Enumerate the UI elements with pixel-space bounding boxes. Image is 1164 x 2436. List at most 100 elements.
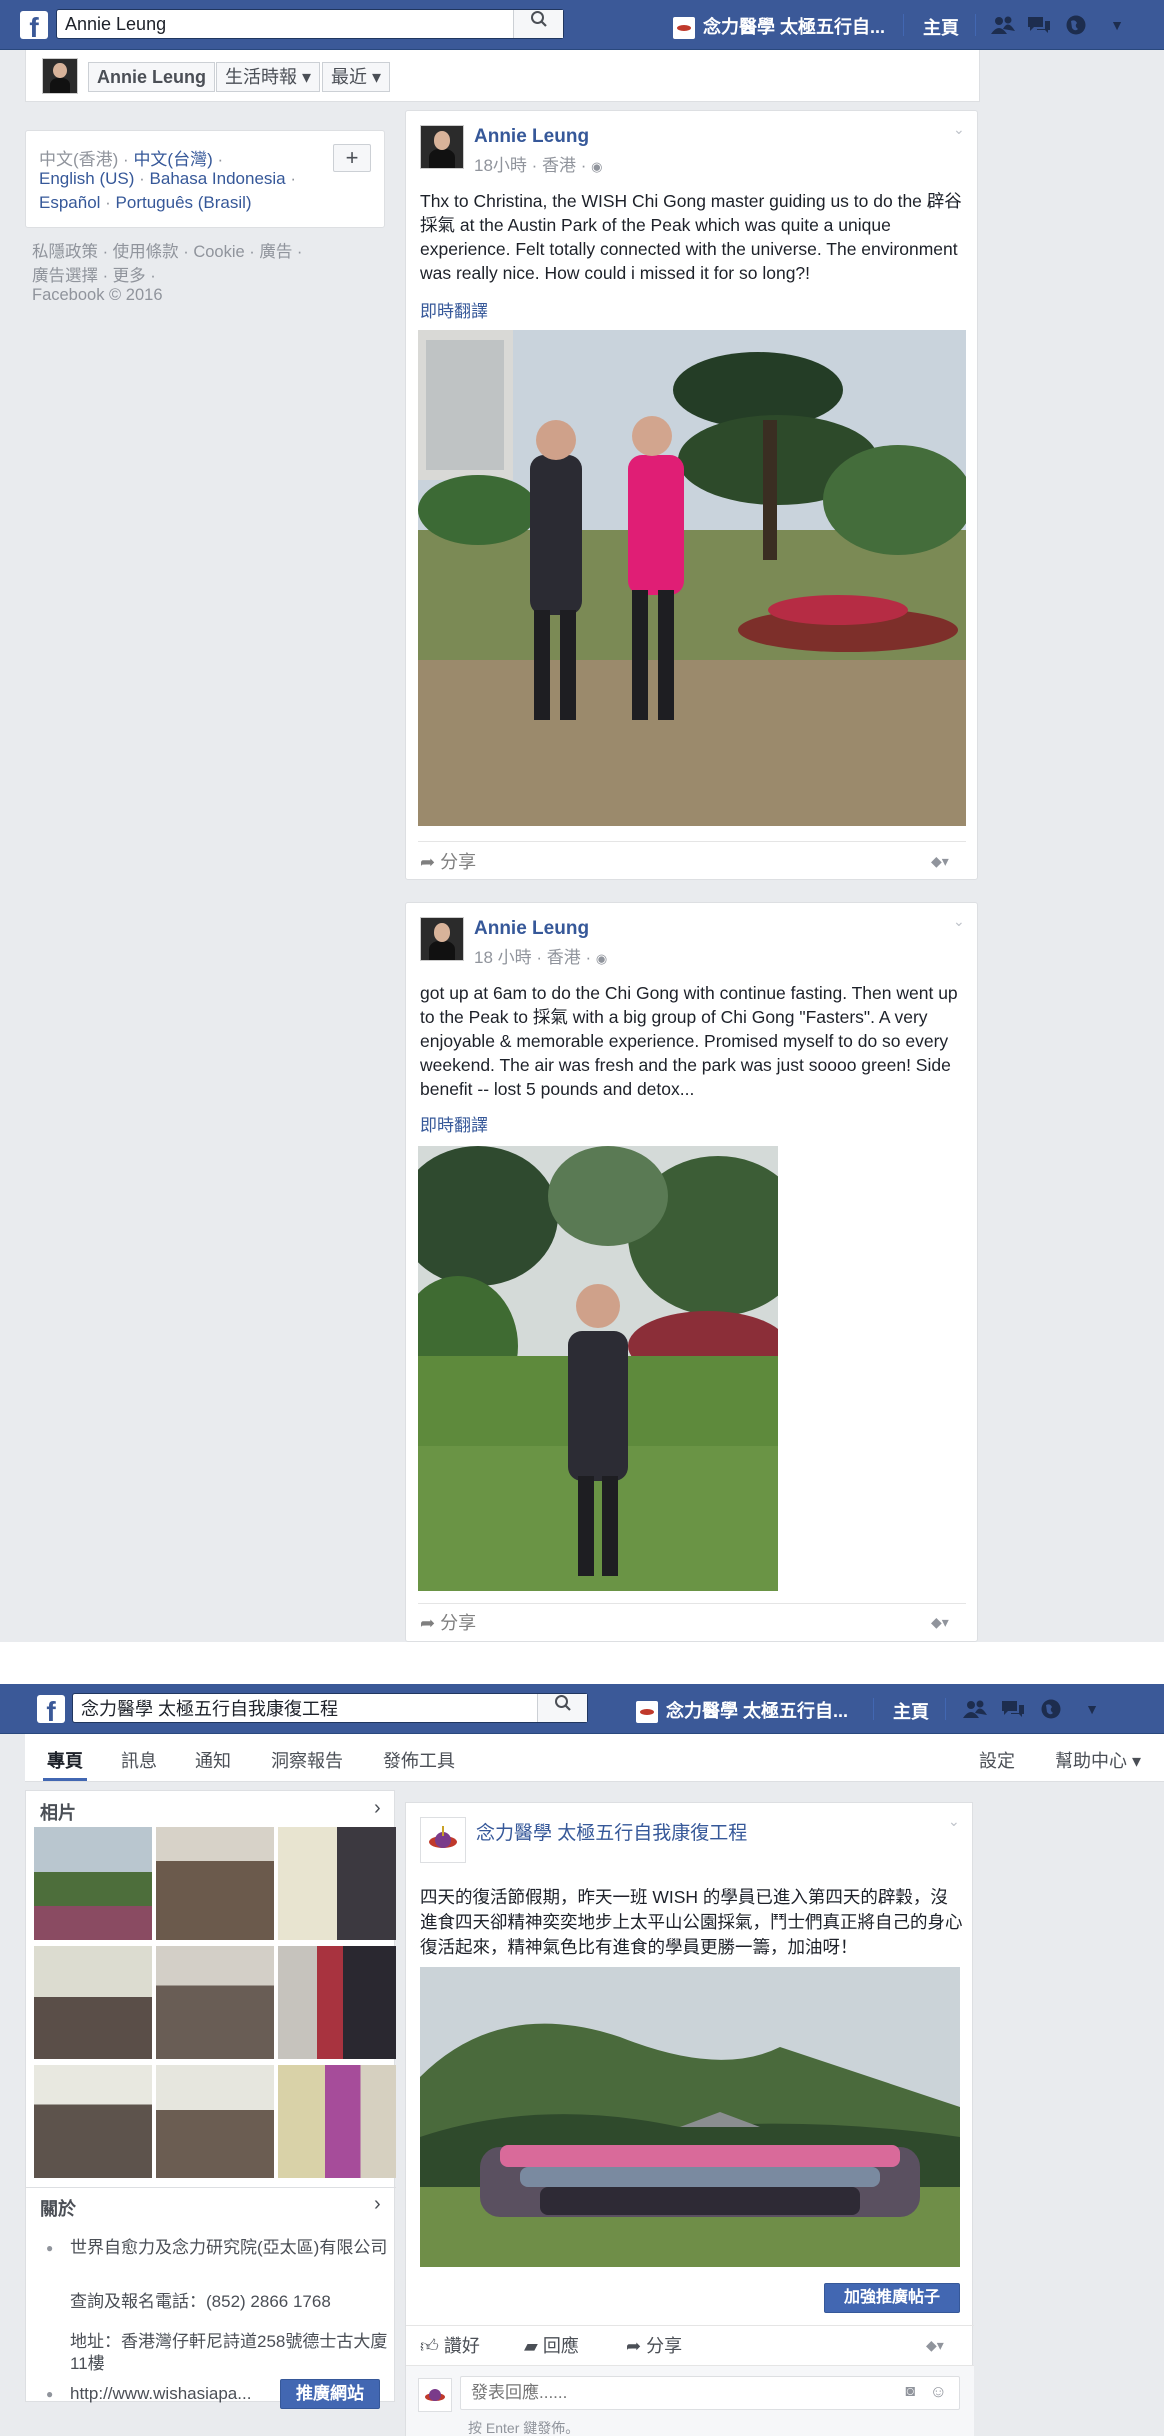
active-tab-indicator	[43, 1778, 87, 1781]
language-row: English (US) · Bahasa Indonesia ·	[39, 169, 297, 188]
post-body-text: got up at 6am to do the Chi Gong with co…	[420, 983, 958, 1099]
post-author-name[interactable]: 念力醫學 太極五行自我康復工程	[476, 1818, 747, 1845]
page-shortcut[interactable]: 念力醫學 太極五行自...	[673, 13, 886, 40]
post-author-name[interactable]: Annie Leung	[474, 918, 589, 940]
tab-insights[interactable]: 洞察報告	[271, 1747, 343, 1773]
photo-thumbnail[interactable]	[278, 1827, 396, 1940]
tab-publishing-tools[interactable]: 發佈工具	[383, 1747, 455, 1773]
photos-section-title[interactable]: 相片	[40, 1799, 76, 1825]
language-current: 中文(香港)	[39, 150, 119, 169]
audience-selector-icon[interactable]: ◆▾	[931, 853, 949, 870]
timeline-dropdown[interactable]: 生活時報 ▾	[216, 62, 321, 92]
comment-input[interactable]	[461, 2377, 959, 2409]
home-link[interactable]: 主頁	[923, 14, 959, 40]
tab-notifications[interactable]: 通知	[195, 1747, 231, 1773]
footer-links-row[interactable]: 廣告選擇 · 更多 ·	[32, 262, 156, 286]
tab-settings[interactable]: 設定	[979, 1747, 1015, 1773]
photos-chevron-right-icon[interactable]: ›	[374, 1797, 381, 1820]
messages-icon[interactable]	[1026, 14, 1052, 36]
like-label: 讚好	[443, 2336, 480, 2356]
commenter-avatar	[418, 2378, 452, 2412]
profile-name-button[interactable]: Annie Leung	[88, 62, 215, 92]
photo-thumbnail[interactable]	[34, 1827, 152, 1940]
page-logo-icon	[425, 2389, 445, 2401]
add-language-button[interactable]: +	[333, 144, 371, 172]
notifications-globe-icon[interactable]	[1038, 1698, 1064, 1720]
about-section-title[interactable]: 關於	[40, 2195, 76, 2221]
search-input[interactable]	[73, 1694, 587, 1722]
camera-icon[interactable]: ◙	[905, 2383, 915, 2401]
help-center-dropdown[interactable]: 幫助中心 ▾	[1055, 1747, 1141, 1773]
search-icon	[530, 11, 547, 27]
tab-page[interactable]: 專頁	[47, 1747, 83, 1773]
friend-requests-icon[interactable]	[962, 1698, 988, 1720]
post-author-name[interactable]: Annie Leung	[474, 126, 589, 148]
facebook-logo-icon[interactable]: f	[20, 11, 48, 39]
share-arrow-icon: ➦	[420, 852, 436, 872]
photo-thumbnail[interactable]	[34, 1946, 152, 2059]
footer-links-row[interactable]: 私隱政策 · 使用條款 · Cookie · 廣告 ·	[32, 238, 302, 262]
language-option[interactable]: 中文(台灣)	[133, 150, 212, 169]
post-options-chevron-icon[interactable]: ⌄	[953, 913, 965, 930]
photo-thumbnail[interactable]	[156, 1827, 274, 1940]
boost-post-button[interactable]: 加強推廣帖子	[824, 2283, 960, 2313]
language-option[interactable]: Português (Brasil)	[116, 193, 252, 212]
page-shortcut-label: 念力醫學 太極五行自...	[703, 17, 886, 37]
like-button[interactable]: 👍︎ 讚好	[420, 2332, 480, 2358]
page-avatar[interactable]	[420, 1817, 466, 1863]
account-menu-chevron-icon[interactable]: ▼	[1079, 1698, 1105, 1720]
account-menu-chevron-icon[interactable]: ▼	[1104, 14, 1130, 36]
language-option[interactable]: Bahasa Indonesia	[150, 169, 286, 188]
section-divider	[26, 2187, 396, 2188]
page-shortcut[interactable]: 念力醫學 太極五行自...	[636, 1697, 849, 1724]
share-button[interactable]: ➦ 分享	[626, 2332, 682, 2358]
post-photo[interactable]	[420, 1967, 960, 2267]
post-photo[interactable]	[418, 1146, 778, 1591]
share-button[interactable]: ➦ 分享	[420, 848, 476, 874]
see-translation-link[interactable]: 即時翻譯	[420, 1111, 488, 1136]
comment-section: ◙ ☺ 按 Enter 鍵發佈。	[406, 2365, 974, 2436]
about-organization: 世界自愈力及念力研究院(亞太區)有限公司	[70, 2238, 388, 2257]
post-options-chevron-icon[interactable]: ⌄	[953, 121, 965, 138]
share-button[interactable]: ➦ 分享	[420, 1609, 476, 1635]
profile-breadcrumb-bar: Annie Leung 生活時報 ▾ 最近 ▾	[25, 50, 980, 102]
notifications-globe-icon[interactable]	[1063, 14, 1089, 36]
about-chevron-right-icon[interactable]: ›	[374, 2193, 381, 2216]
about-phone: 查詢及報名電話：(852) 2866 1768	[70, 2292, 331, 2311]
author-avatar[interactable]	[420, 125, 464, 169]
post-timestamp[interactable]: 18 小時 · 香港 · ◉	[474, 943, 607, 968]
post-options-chevron-icon[interactable]: ⌄	[948, 1813, 960, 1830]
audience-selector-icon[interactable]: ◆▾	[926, 2337, 944, 2354]
photo-thumbnail[interactable]	[278, 1946, 396, 2059]
language-row: Español · Português (Brasil)	[39, 193, 252, 212]
website-link[interactable]: http://www.wishasiapa...	[70, 2383, 251, 2405]
author-avatar[interactable]	[420, 917, 464, 961]
messages-icon[interactable]	[1000, 1698, 1026, 1720]
recent-dropdown[interactable]: 最近 ▾	[322, 62, 391, 92]
search-button[interactable]	[537, 1694, 587, 1722]
post-timestamp[interactable]: 18小時 · 香港 · ◉	[474, 151, 602, 176]
emoji-icon[interactable]: ☺	[930, 2382, 947, 2402]
promote-website-button[interactable]: 推廣網站	[280, 2379, 380, 2409]
comment-button[interactable]: ▰ 回應	[524, 2332, 579, 2358]
search-button[interactable]	[513, 10, 563, 38]
post-photo[interactable]	[418, 330, 966, 826]
see-translation-link[interactable]: 即時翻譯	[420, 297, 488, 322]
home-link[interactable]: 主頁	[893, 1698, 929, 1724]
language-option[interactable]: English (US)	[39, 169, 134, 188]
left-column-card: 相片 › 關於 › ● 世界自愈力及念力研究院(亞太區)有限公司 查詢及報名電話…	[25, 1790, 396, 2409]
profile-avatar[interactable]	[42, 58, 78, 94]
page-tab-bar: 專頁 訊息 通知 洞察報告 發佈工具 設定 幫助中心 ▾	[25, 1734, 1164, 1782]
photo-thumbnail[interactable]	[156, 1946, 274, 2059]
photo-thumbnail[interactable]	[278, 2065, 396, 2178]
language-option[interactable]: Español	[39, 193, 100, 212]
audience-selector-icon[interactable]: ◆▾	[931, 1614, 949, 1631]
tab-messages[interactable]: 訊息	[121, 1747, 157, 1773]
photo-thumbnail[interactable]	[34, 2065, 152, 2178]
page-shortcut-label: 念力醫學 太極五行自...	[666, 1701, 849, 1721]
photo-thumbnail[interactable]	[156, 2065, 274, 2178]
search-input[interactable]	[57, 10, 563, 38]
friend-requests-icon[interactable]	[990, 14, 1016, 36]
facebook-logo-icon[interactable]: f	[37, 1695, 65, 1723]
info-bullet-icon: ●	[46, 2241, 54, 2255]
